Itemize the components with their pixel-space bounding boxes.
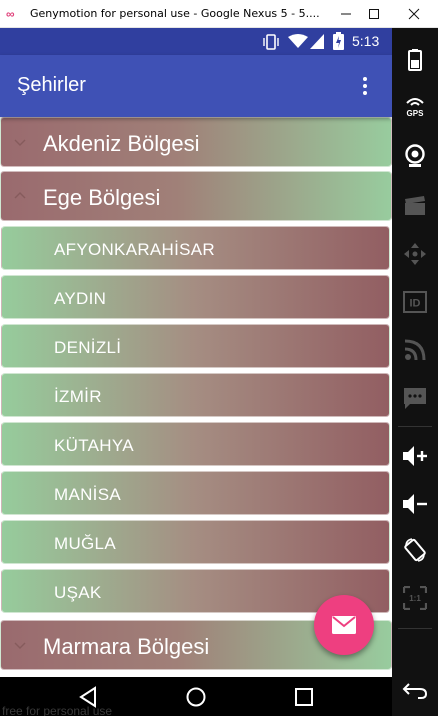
gps-label: GPS [407, 109, 425, 118]
toolbar-divider [398, 628, 432, 629]
rotate-icon [404, 538, 426, 562]
email-icon [332, 616, 356, 634]
list-item[interactable]: MUĞLA [1, 520, 390, 564]
id-icon: ID [403, 291, 427, 313]
home-icon [186, 687, 206, 707]
list-item[interactable]: DENİZLİ [1, 324, 390, 368]
phone-screen: 5:13 Şehirler Akdeniz Bölgesi Ege Bölges… [0, 28, 392, 716]
expandable-list: Akdeniz Bölgesi Ege Bölgesi AFYONKARAHİS… [0, 117, 392, 677]
list-item[interactable]: AYDIN [1, 275, 390, 319]
emulator-side-toolbar: GPS ID 1:1 [392, 28, 438, 716]
city-label: İZMİR [54, 387, 102, 406]
maximize-icon [369, 9, 379, 19]
gps-icon: GPS [406, 98, 425, 118]
vibrate-icon [263, 34, 279, 50]
group-row-ege[interactable]: Ege Bölgesi [0, 171, 392, 221]
list-item[interactable]: İZMİR [1, 373, 390, 417]
city-label: UŞAK [54, 583, 102, 602]
gps-button[interactable]: GPS [392, 88, 438, 124]
status-bar: 5:13 [0, 28, 392, 55]
group-label: Ege Bölgesi [43, 185, 161, 210]
battery-button[interactable] [392, 42, 438, 78]
toolbar-divider [398, 426, 432, 427]
phone-sms-button[interactable] [392, 380, 438, 416]
rss-icon [404, 339, 426, 361]
nav-recents-button[interactable] [292, 685, 316, 709]
city-label: AFYONKARAHİSAR [54, 240, 216, 259]
watermark-text: free for personal use [2, 704, 113, 716]
window-titlebar: ∞ Genymotion for personal use - Google N… [0, 0, 438, 28]
recents-icon [295, 688, 313, 706]
volume-down-icon [403, 494, 427, 514]
chevron-up-icon [14, 192, 26, 199]
close-icon [408, 8, 420, 20]
scale-label: 1:1 [409, 594, 421, 603]
device-id-button[interactable]: ID [392, 284, 438, 320]
city-label: DENİZLİ [54, 338, 122, 357]
city-label: MANİSA [54, 485, 121, 504]
city-label: MUĞLA [54, 534, 116, 553]
network-button[interactable] [392, 332, 438, 368]
list-item[interactable]: AFYONKARAHİSAR [1, 226, 390, 270]
device-back-button[interactable] [392, 672, 438, 708]
group-label: Akdeniz Bölgesi [43, 131, 200, 156]
group-label: Marmara Bölgesi [43, 634, 210, 659]
dpad-icon [404, 243, 426, 265]
group-row-akdeniz[interactable]: Akdeniz Bölgesi [0, 117, 392, 167]
genymotion-logo-icon: ∞ [6, 6, 15, 21]
list-item[interactable]: KÜTAHYA [1, 422, 390, 466]
battery-icon [408, 49, 422, 71]
dpad-button[interactable] [392, 236, 438, 272]
capture-button[interactable] [392, 188, 438, 224]
webcam-icon [405, 144, 425, 167]
city-label: KÜTAHYA [54, 436, 134, 455]
overflow-menu-button[interactable] [352, 69, 378, 103]
back-arrow-icon [402, 683, 428, 699]
minimize-icon [341, 13, 351, 15]
signal-icon [310, 34, 324, 49]
maximize-button[interactable] [356, 0, 392, 28]
pixel-perfect-button[interactable]: 1:1 [392, 580, 438, 616]
app-bar: Şehirler [0, 55, 392, 117]
wifi-icon [288, 34, 308, 48]
clapperboard-icon [405, 196, 425, 215]
volume-down-button[interactable] [392, 486, 438, 522]
close-button[interactable] [396, 0, 432, 28]
chevron-down-icon [14, 139, 26, 146]
nav-home-button[interactable] [184, 685, 208, 709]
volume-up-icon [403, 446, 427, 466]
status-time: 5:13 [352, 33, 380, 49]
page-title: Şehirler [17, 74, 86, 96]
chevron-down-icon [14, 642, 26, 649]
id-label: ID [410, 298, 421, 310]
battery-charging-icon [333, 32, 344, 50]
list-item[interactable]: MANİSA [1, 471, 390, 515]
emulator-window: ∞ Genymotion for personal use - Google N… [0, 0, 438, 716]
rotate-button[interactable] [392, 532, 438, 568]
city-label: AYDIN [54, 289, 107, 308]
scale-icon: 1:1 [403, 586, 427, 610]
more-vert-icon [363, 77, 367, 81]
email-fab-button[interactable] [314, 595, 374, 655]
window-title: Genymotion for personal use - Google Nex… [30, 7, 320, 20]
volume-up-button[interactable] [392, 438, 438, 474]
sms-icon [404, 388, 426, 409]
webcam-button[interactable] [392, 138, 438, 174]
